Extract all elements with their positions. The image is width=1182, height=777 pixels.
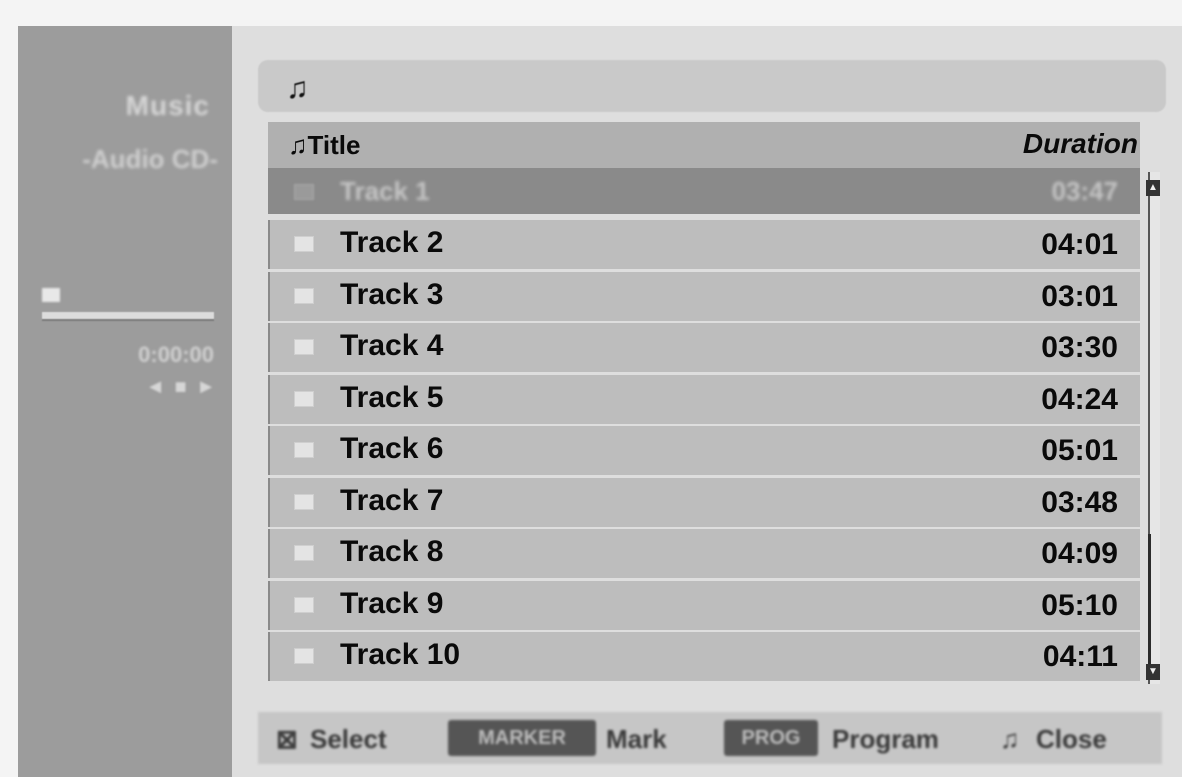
track-title: Track 7	[340, 483, 444, 517]
track-title: Track 3	[340, 277, 444, 311]
path-bar: ♫	[258, 60, 1166, 112]
checkbox-icon[interactable]	[294, 596, 314, 613]
sidebar: Music -Audio CD- 0:00:00 ◄ ■ ►	[18, 26, 232, 777]
mark-label: Mark	[606, 724, 667, 754]
checkbox-icon[interactable]	[294, 184, 314, 200]
track-row[interactable]: Track 6 05:01	[268, 426, 1140, 475]
track-row[interactable]: Track 10 04:11	[268, 632, 1140, 681]
track-title: Track 5	[340, 380, 444, 414]
track-title: Track 6	[340, 432, 444, 465]
track-duration: 04:01	[1041, 228, 1118, 261]
track-row[interactable]: Track 3 03:01	[268, 271, 1140, 321]
scroll-up-arrow-icon[interactable]: ▲	[1146, 180, 1160, 196]
sidebar-subtitle: -Audio CD-	[82, 144, 218, 174]
track-duration: 03:30	[1041, 331, 1118, 364]
scrollbar-thumb[interactable]	[1148, 534, 1161, 674]
track-row[interactable]: Track 4 03:30	[268, 323, 1140, 372]
checkbox-icon[interactable]	[294, 287, 314, 304]
list-header: ♫Title Duration	[268, 122, 1140, 168]
program-key[interactable]: PROG	[724, 720, 818, 756]
checkbox-icon[interactable]	[294, 648, 314, 664]
column-header-title: Title	[307, 130, 361, 160]
checkbox-icon[interactable]	[294, 390, 314, 407]
scroll-down-arrow-icon[interactable]: ▼	[1146, 664, 1160, 680]
elapsed-time: 0:00:00	[138, 342, 214, 367]
track-duration: 03:48	[1041, 485, 1118, 519]
track-title: Track 8	[340, 535, 444, 568]
checkbox-icon[interactable]	[294, 442, 314, 458]
track-list: ♫Title Duration Track 1 03:47 Track 2 04:01…	[268, 122, 1156, 688]
play-status-icon	[42, 288, 60, 302]
checkbox-icon[interactable]	[294, 493, 314, 510]
close-icon: ♫	[1000, 724, 1020, 754]
close-label[interactable]: Close	[1036, 724, 1107, 755]
track-duration: 03:01	[1041, 279, 1118, 313]
track-row[interactable]: Track 5 04:24	[268, 374, 1140, 424]
track-title: Track 2	[340, 226, 444, 259]
select-label: Select	[310, 724, 387, 754]
music-note-icon: ♫	[288, 130, 308, 160]
track-duration: 05:01	[1041, 434, 1118, 467]
track-duration: 05:10	[1041, 588, 1118, 622]
playback-controls[interactable]: ◄ ■ ►	[145, 376, 218, 399]
progress-bar	[42, 312, 214, 321]
track-title: Track 4	[340, 329, 444, 362]
music-note-icon: ♫	[286, 72, 309, 105]
checkbox-icon[interactable]	[294, 236, 314, 252]
column-header-duration: Duration	[1022, 128, 1138, 159]
checkbox-icon[interactable]	[294, 339, 314, 355]
track-title: Track 9	[340, 586, 444, 620]
track-duration: 04:09	[1041, 537, 1118, 570]
footer-help-bar: ⊠ Select MARKER Mark PROG Program ♫ Clos…	[258, 712, 1162, 764]
track-title: Track 1	[340, 176, 430, 206]
track-title: Track 10	[340, 638, 461, 671]
track-rows: Track 1 03:47 Track 2 04:01 Track 3 03:01 Trac…	[268, 168, 1140, 684]
track-row[interactable]: Track 8 04:09	[268, 529, 1140, 578]
track-row[interactable]: Track 1 03:47	[268, 168, 1140, 214]
track-row[interactable]: Track 9 05:10	[268, 580, 1140, 630]
track-duration: 03:47	[1051, 176, 1119, 206]
track-duration: 04:24	[1041, 382, 1118, 416]
track-row[interactable]: Track 7 03:48	[268, 477, 1140, 527]
scrollbar[interactable]	[1148, 172, 1160, 684]
sidebar-title: Music	[125, 90, 210, 121]
track-row[interactable]: Track 2 04:01	[268, 220, 1140, 269]
marker-key[interactable]: MARKER	[448, 720, 596, 756]
track-duration: 04:11	[1042, 640, 1118, 673]
checkbox-icon[interactable]	[294, 545, 314, 561]
program-label: Program	[832, 724, 939, 754]
select-icon: ⊠	[276, 724, 298, 754]
